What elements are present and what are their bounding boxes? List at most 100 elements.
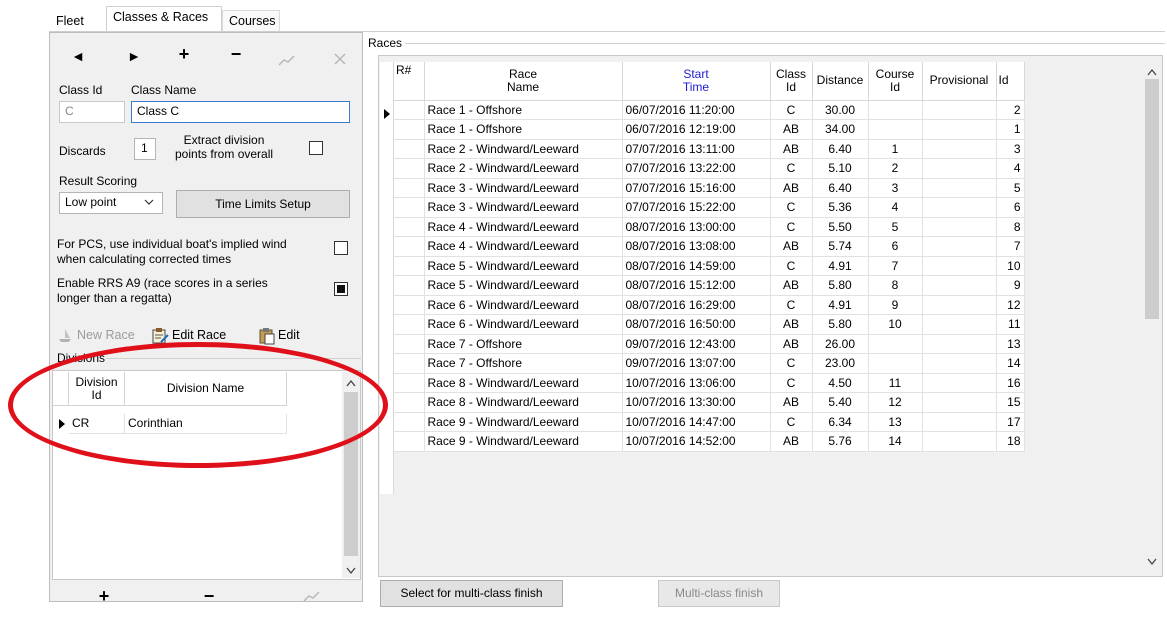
race-row-provisional[interactable] — [922, 217, 997, 237]
add-class-icon[interactable]: + — [174, 44, 194, 65]
race-row-class-id[interactable]: C — [770, 100, 813, 120]
race-row[interactable]: Race 8 - Windward/Leeward 10/07/2016 13:3… — [394, 392, 1025, 413]
race-row-name[interactable]: Race 2 - Windward/Leeward — [424, 139, 623, 159]
race-row-start-time[interactable]: 06/07/2016 12:19:00 — [622, 119, 771, 140]
divisions-scrollbar[interactable] — [342, 372, 360, 578]
race-row-course-id[interactable]: 2 — [868, 158, 923, 179]
race-row-id[interactable]: 2 — [996, 100, 1025, 120]
rnum-header[interactable]: R# — [394, 62, 425, 101]
races-scroll-thumb[interactable] — [1145, 79, 1159, 319]
race-row-distance[interactable]: 5.40 — [812, 392, 869, 413]
race-row-id[interactable]: 8 — [996, 217, 1025, 237]
race-row-course-id[interactable]: 8 — [868, 275, 923, 296]
class-name-field[interactable]: Class C — [131, 101, 350, 123]
race-row-distance[interactable]: 6.40 — [812, 139, 869, 159]
pcs-implied-wind-checkbox[interactable] — [334, 241, 348, 255]
race-row-rnum[interactable] — [394, 314, 425, 335]
race-row-name[interactable]: Race 1 - Offshore — [424, 100, 623, 120]
race-row-provisional[interactable] — [922, 334, 997, 354]
race-row-start-time[interactable]: 10/07/2016 13:30:00 — [622, 392, 771, 413]
time-limits-setup-button[interactable]: Time Limits Setup — [176, 190, 350, 218]
discards-field[interactable]: 1 — [134, 138, 156, 160]
race-row[interactable]: Race 3 - Windward/Leeward 07/07/2016 15:2… — [394, 197, 1025, 218]
race-row-class-id[interactable]: C — [770, 217, 813, 237]
race-row-start-time[interactable]: 07/07/2016 15:22:00 — [622, 197, 771, 218]
race-row-id[interactable]: 1 — [996, 119, 1025, 140]
result-scoring-select[interactable]: Low point — [59, 192, 163, 214]
race-row-rnum[interactable] — [394, 373, 425, 393]
race-row-course-id[interactable]: 13 — [868, 412, 923, 432]
race-row-class-id[interactable]: AB — [770, 431, 813, 452]
race-row-rnum[interactable] — [394, 119, 425, 140]
race-row-class-id[interactable]: C — [770, 158, 813, 179]
race-row-provisional[interactable] — [922, 275, 997, 296]
scroll-down-icon[interactable] — [346, 564, 356, 578]
race-row-provisional[interactable] — [922, 295, 997, 315]
race-row-start-time[interactable]: 08/07/2016 16:29:00 — [622, 295, 771, 315]
race-row-provisional[interactable] — [922, 412, 997, 432]
race-row-id[interactable]: 13 — [996, 334, 1025, 354]
division-row-name[interactable]: Corinthian — [125, 414, 287, 434]
race-row[interactable]: Race 3 - Windward/Leeward 07/07/2016 15:1… — [394, 178, 1025, 198]
races-scroll-down-icon[interactable] — [1147, 555, 1157, 569]
race-row-rnum[interactable] — [394, 295, 425, 315]
race-row-start-time[interactable]: 09/07/2016 13:07:00 — [622, 353, 771, 374]
race-row-rnum[interactable] — [394, 431, 425, 452]
race-row-provisional[interactable] — [922, 373, 997, 393]
race-row-rnum[interactable] — [394, 392, 425, 413]
race-row-id[interactable]: 11 — [996, 314, 1025, 335]
race-row[interactable]: Race 7 - Offshore 09/07/2016 13:07:00 C 23.… — [394, 353, 1025, 374]
race-row-name[interactable]: Race 6 - Windward/Leeward — [424, 295, 623, 315]
race-row-start-time[interactable]: 08/07/2016 13:08:00 — [622, 236, 771, 257]
race-row-start-time[interactable]: 08/07/2016 13:00:00 — [622, 217, 771, 237]
race-row-start-time[interactable]: 07/07/2016 13:22:00 — [622, 158, 771, 179]
race-row-start-time[interactable]: 07/07/2016 13:11:00 — [622, 139, 771, 159]
scroll-up-icon[interactable] — [346, 376, 356, 390]
race-row[interactable]: Race 8 - Windward/Leeward 10/07/2016 13:0… — [394, 373, 1025, 393]
race-row-course-id[interactable]: 1 — [868, 139, 923, 159]
race-row-id[interactable]: 6 — [996, 197, 1025, 218]
race-row-id[interactable]: 12 — [996, 295, 1025, 315]
race-row-rnum[interactable] — [394, 178, 425, 198]
race-row-class-id[interactable]: C — [770, 412, 813, 432]
race-row-distance[interactable]: 5.76 — [812, 431, 869, 452]
next-icon[interactable]: ► — [124, 48, 144, 64]
remove-class-icon[interactable]: − — [226, 44, 246, 65]
race-row-course-id[interactable]: 10 — [868, 314, 923, 335]
race-row-provisional[interactable] — [922, 100, 997, 120]
race-row-distance[interactable]: 6.34 — [812, 412, 869, 432]
race-row-course-id[interactable]: 4 — [868, 197, 923, 218]
race-row-class-id[interactable]: AB — [770, 334, 813, 354]
rrs-a9-checkbox[interactable] — [334, 282, 348, 296]
race-row-start-time[interactable]: 06/07/2016 11:20:00 — [622, 100, 771, 120]
race-row[interactable]: Race 9 - Windward/Leeward 10/07/2016 14:5… — [394, 431, 1025, 452]
race-row-distance[interactable]: 6.40 — [812, 178, 869, 198]
race-row[interactable]: Race 4 - Windward/Leeward 08/07/2016 13:0… — [394, 236, 1025, 257]
race-row-id[interactable]: 18 — [996, 431, 1025, 452]
course-id-header[interactable]: Course Id — [868, 62, 923, 101]
race-row-start-time[interactable]: 10/07/2016 14:47:00 — [622, 412, 771, 432]
race-name-header[interactable]: Race Name — [424, 62, 623, 101]
race-row-course-id[interactable] — [868, 100, 923, 120]
race-row[interactable]: Race 2 - Windward/Leeward 07/07/2016 13:2… — [394, 158, 1025, 179]
race-row-distance[interactable]: 34.00 — [812, 119, 869, 140]
multi-class-finish-button[interactable]: Multi-class finish — [658, 580, 780, 607]
race-row-class-id[interactable]: AB — [770, 178, 813, 198]
race-row-name[interactable]: Race 1 - Offshore — [424, 119, 623, 140]
race-row-id[interactable]: 7 — [996, 236, 1025, 257]
race-row-course-id[interactable]: 14 — [868, 431, 923, 452]
race-row-name[interactable]: Race 6 - Windward/Leeward — [424, 314, 623, 335]
id-header[interactable]: Id — [996, 62, 1025, 101]
race-row-name[interactable]: Race 5 - Windward/Leeward — [424, 256, 623, 276]
race-row-rnum[interactable] — [394, 139, 425, 159]
race-row-course-id[interactable]: 7 — [868, 256, 923, 276]
race-row-id[interactable]: 17 — [996, 412, 1025, 432]
race-row-course-id[interactable]: 11 — [868, 373, 923, 393]
race-row-distance[interactable]: 4.91 — [812, 295, 869, 315]
race-row[interactable]: Race 6 - Windward/Leeward 08/07/2016 16:5… — [394, 314, 1025, 335]
race-row-course-id[interactable]: 12 — [868, 392, 923, 413]
race-row-class-id[interactable]: C — [770, 197, 813, 218]
race-row-course-id[interactable] — [868, 353, 923, 374]
race-row-id[interactable]: 15 — [996, 392, 1025, 413]
distance-header[interactable]: Distance — [812, 62, 869, 101]
